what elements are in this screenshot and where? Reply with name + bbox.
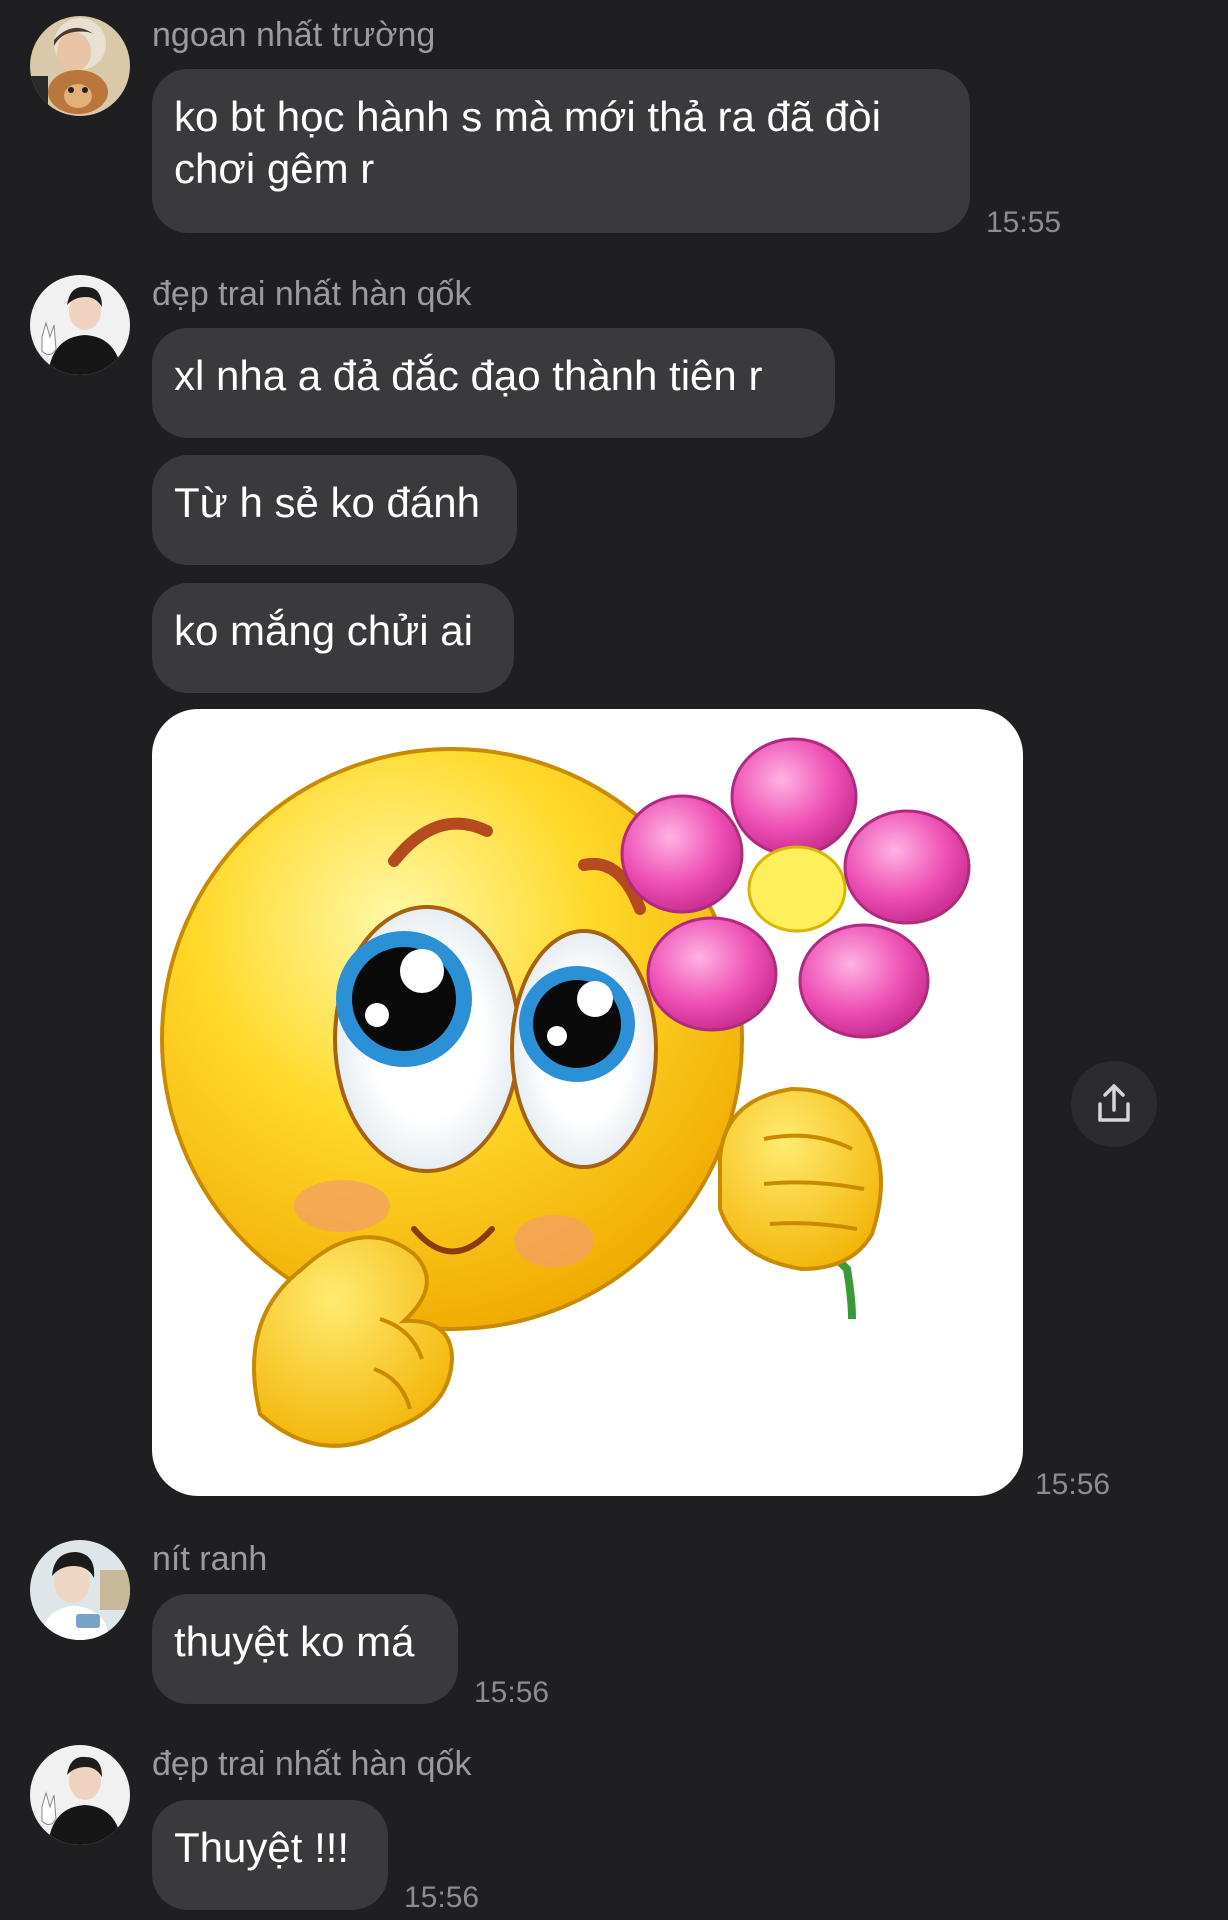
avatar[interactable] bbox=[30, 16, 130, 116]
share-button[interactable] bbox=[1071, 1061, 1157, 1147]
avatar[interactable] bbox=[30, 1745, 130, 1845]
message-text: Từ h sẻ ko đánh bbox=[174, 479, 480, 526]
message-time: 15:56 bbox=[474, 1676, 550, 1709]
message-bubble[interactable]: ko mắng chửi ai bbox=[152, 583, 514, 693]
message-text: ko mắng chửi ai bbox=[174, 607, 473, 654]
message-bubble[interactable]: xl nha a đả đắc đạo thành tiên r bbox=[152, 328, 835, 438]
message-text: thuyệt ko má bbox=[174, 1618, 415, 1665]
message-time: 15:56 bbox=[404, 1881, 480, 1914]
message-text: xl nha a đả đắc đạo thành tiên r bbox=[174, 352, 763, 399]
sender-name: nít ranh bbox=[152, 1540, 268, 1578]
message-bubble[interactable]: ko bt học hành s mà mới thả ra đã đòi ch… bbox=[152, 69, 970, 233]
smiley-holding-flower-sticker-icon bbox=[160, 737, 971, 1448]
avatar[interactable] bbox=[30, 1540, 130, 1640]
message-text: ko bt học hành s mà mới thả ra đã đòi ch… bbox=[174, 93, 881, 192]
message-bubble[interactable]: Thuyệt !!! bbox=[152, 1800, 388, 1910]
sender-name: đẹp trai nhất hàn qốk bbox=[152, 1745, 472, 1783]
user-avatar-dark-shirt-icon bbox=[30, 1745, 130, 1845]
message-text: Thuyệt !!! bbox=[174, 1824, 350, 1871]
avatar[interactable] bbox=[30, 275, 130, 375]
user-avatar-with-dog-icon bbox=[30, 16, 130, 116]
user-avatar-light-icon bbox=[30, 1540, 130, 1640]
sender-name: đẹp trai nhất hàn qốk bbox=[152, 275, 472, 313]
message-time: 15:55 bbox=[986, 206, 1062, 239]
message-bubble[interactable]: thuyệt ko má bbox=[152, 1594, 458, 1704]
message-time: 15:56 bbox=[1035, 1468, 1111, 1501]
user-avatar-dark-shirt-icon bbox=[30, 275, 130, 375]
sender-name: ngoan nhất trường bbox=[152, 16, 436, 54]
message-bubble[interactable]: Từ h sẻ ko đánh bbox=[152, 455, 517, 565]
share-icon bbox=[1098, 1084, 1130, 1122]
sticker-image[interactable] bbox=[152, 709, 1023, 1496]
